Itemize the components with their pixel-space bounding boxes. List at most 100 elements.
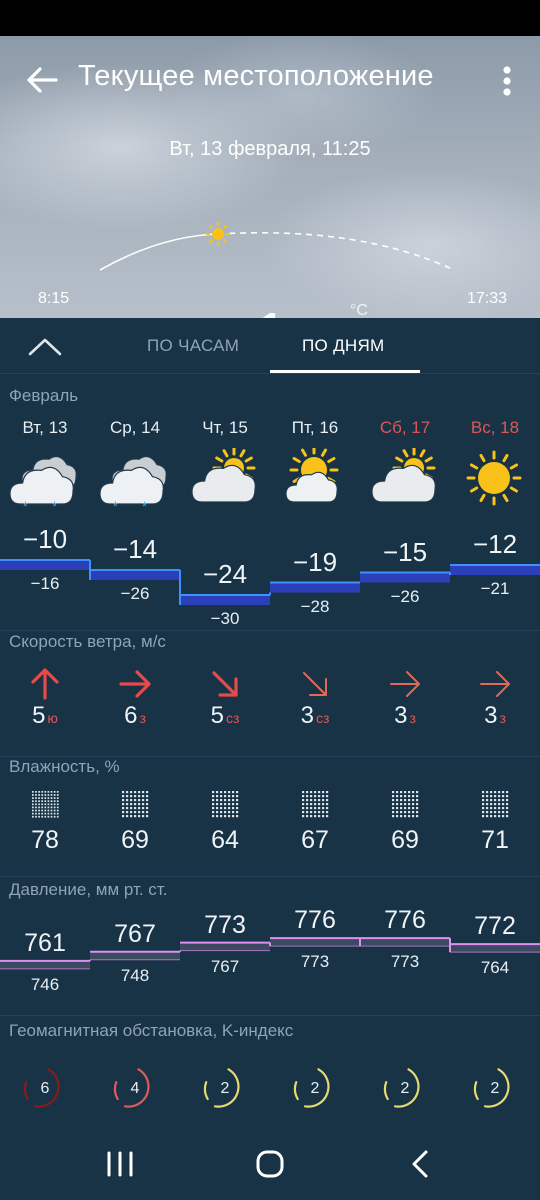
humidity-dots-icon bbox=[302, 791, 329, 818]
snow-marks: * * bbox=[112, 498, 158, 514]
pressure-band-segment bbox=[450, 944, 540, 953]
humidity-dots-icon bbox=[32, 791, 59, 818]
wind-direction: з bbox=[139, 710, 146, 726]
temp-low: −28 bbox=[300, 596, 330, 616]
temp-band-segment bbox=[0, 560, 90, 570]
chevron-up-icon[interactable] bbox=[26, 332, 64, 360]
humidity-dots-icon bbox=[212, 791, 239, 818]
humidity-value: 69 bbox=[391, 826, 419, 854]
sun-position-icon bbox=[206, 222, 230, 246]
wind-speed: 3 bbox=[300, 702, 314, 729]
temp-low: −30 bbox=[210, 609, 240, 628]
tab-daily[interactable]: ПО ДНЯМ bbox=[302, 336, 385, 356]
wind-speed: 5 bbox=[32, 702, 46, 729]
k-index-value: 6 bbox=[40, 1080, 50, 1097]
divider bbox=[0, 630, 540, 631]
arrow-right-thin-icon bbox=[390, 671, 420, 697]
partly-sunny-icon bbox=[285, 448, 339, 503]
humidity-section-label: Влажность, % bbox=[9, 757, 120, 776]
wind-value: 5 сз bbox=[180, 702, 270, 730]
temp-low: −16 bbox=[30, 574, 60, 593]
back-nav-icon[interactable] bbox=[402, 1146, 442, 1182]
temp-high: −10 bbox=[22, 524, 68, 554]
pressure-low: 773 bbox=[300, 952, 330, 972]
k-index-value: 4 bbox=[130, 1080, 140, 1097]
humidity-value: 71 bbox=[481, 826, 509, 854]
wind-direction: з bbox=[499, 710, 506, 726]
temp-band-segment bbox=[270, 582, 360, 593]
wind-value: 3з bbox=[450, 702, 540, 730]
temp-high: −14 bbox=[112, 534, 158, 564]
view-tabs: ПО ЧАСАМ ПО ДНЯМ bbox=[0, 318, 540, 374]
pressure-high: 767 bbox=[114, 919, 156, 948]
humidity-value: 67 bbox=[301, 826, 329, 854]
pressure-high: 772 bbox=[474, 912, 516, 941]
wind-direction: сз bbox=[225, 710, 240, 726]
partly-cloudy-icon bbox=[371, 448, 436, 503]
day-label[interactable]: Вт, 13 bbox=[0, 418, 90, 438]
day-label[interactable]: Чт, 15 bbox=[180, 418, 270, 438]
sun-icon bbox=[466, 450, 522, 506]
arrow-down-right-thin-icon bbox=[303, 672, 327, 696]
day-label[interactable]: Пт, 16 bbox=[270, 418, 360, 438]
wind-speed: 3 bbox=[394, 702, 408, 729]
k-index-value: 2 bbox=[400, 1080, 410, 1097]
pressure-section-label: Давление, мм рт. ст. bbox=[9, 880, 168, 899]
tab-hourly[interactable]: ПО ЧАСАМ bbox=[147, 336, 239, 356]
pressure-band-segment bbox=[90, 951, 180, 960]
pressure-low: 773 bbox=[390, 952, 420, 972]
humidity-dots-icon bbox=[122, 791, 149, 818]
home-icon[interactable] bbox=[250, 1146, 290, 1182]
wind-direction: ю bbox=[47, 710, 58, 726]
temp-band-segment bbox=[450, 565, 540, 575]
pressure-low: 746 bbox=[30, 974, 60, 994]
wind-section-label: Скорость ветра, м/с bbox=[9, 632, 166, 651]
wind-value: 3 сз bbox=[270, 702, 360, 730]
sunset-time: 17:33 bbox=[467, 290, 508, 307]
divider bbox=[0, 1015, 540, 1016]
pressure-band-segment bbox=[270, 938, 360, 947]
divider bbox=[0, 876, 540, 877]
more-vert-icon[interactable] bbox=[492, 62, 522, 100]
wind-speed: 3 bbox=[484, 702, 498, 729]
temp-high: −24 bbox=[202, 559, 248, 589]
pressure-low: 764 bbox=[480, 958, 510, 978]
sun-path-arc bbox=[99, 222, 455, 271]
temp-high: −15 bbox=[382, 536, 428, 567]
forecast-panel: ПО ЧАСАМ ПО ДНЯМ Февраль Скорость ветра,… bbox=[0, 318, 540, 1128]
hero-header: Текущее местоположение Вт, 13 февраля, 1… bbox=[0, 36, 540, 320]
geomagnetic-section-label: Геомагнитная обстановка, K-индекс bbox=[9, 1021, 294, 1040]
wind-value: 3з bbox=[360, 702, 450, 730]
pressure-high: 761 bbox=[24, 928, 66, 957]
day-label[interactable]: Ср, 14 bbox=[90, 418, 180, 438]
arrow-right-thin-icon bbox=[480, 671, 510, 697]
pressure-high: 776 bbox=[384, 906, 426, 935]
wind-speed: 6 bbox=[124, 702, 138, 729]
humidity-value: 69 bbox=[121, 826, 149, 854]
pressure-high: 773 bbox=[204, 910, 246, 939]
arrow-up-icon bbox=[31, 668, 59, 700]
pressure-low: 767 bbox=[210, 956, 240, 976]
k-index-value: 2 bbox=[220, 1080, 230, 1097]
back-arrow-icon[interactable] bbox=[22, 60, 62, 100]
wind-value: 5ю bbox=[0, 702, 90, 730]
k-index-value: 2 bbox=[310, 1080, 320, 1097]
temp-low: −26 bbox=[390, 586, 420, 606]
status-bar bbox=[0, 0, 540, 36]
wind-value: 6з bbox=[90, 702, 180, 730]
day-label[interactable]: Сб, 17 bbox=[360, 418, 450, 438]
temp-band-segment bbox=[90, 570, 180, 580]
temp-low: −21 bbox=[480, 579, 510, 598]
snow-marks: * * bbox=[22, 498, 68, 514]
humidity-dots-icon bbox=[392, 791, 419, 818]
location-title: Текущее местоположение bbox=[78, 60, 434, 92]
day-label[interactable]: Вс, 18 bbox=[450, 418, 540, 438]
recent-apps-icon[interactable] bbox=[100, 1146, 140, 1182]
partly-cloudy-icon bbox=[191, 448, 256, 503]
humidity-dots-icon bbox=[482, 791, 509, 818]
temp-band-segment bbox=[180, 595, 270, 605]
wind-speed: 5 bbox=[210, 702, 224, 729]
arrow-right-icon bbox=[119, 670, 151, 698]
temp-high: −12 bbox=[472, 529, 518, 559]
pressure-high: 776 bbox=[294, 906, 336, 935]
